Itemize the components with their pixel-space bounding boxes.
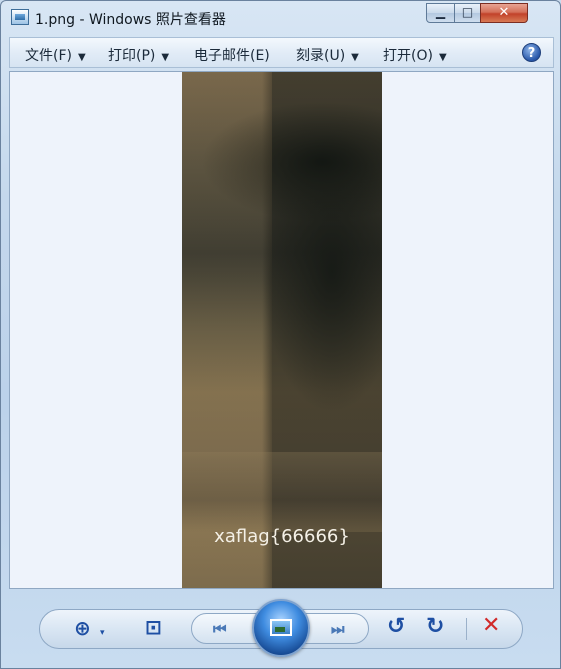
window-controls: ▁ □ ✕ bbox=[426, 3, 554, 24]
slideshow-icon bbox=[270, 619, 292, 636]
rotate-clockwise-icon[interactable]: ↻ bbox=[426, 616, 444, 638]
window-frame: 1.png - Windows 照片查看器 ▁ □ ✕ 文件(F) ▼ 打印(P)… bbox=[0, 0, 561, 669]
toolbar-divider bbox=[466, 618, 467, 640]
menu-print-label: 打印(P) bbox=[108, 48, 156, 64]
previous-icon[interactable]: ⏮ bbox=[213, 619, 227, 639]
photo-overlay-text: xaflag{66666} bbox=[214, 526, 350, 547]
chevron-down-icon: ▼ bbox=[77, 52, 86, 63]
close-icon: ✕ bbox=[498, 5, 510, 20]
rotate-counterclockwise-icon[interactable]: ↺ bbox=[387, 616, 405, 638]
menu-burn[interactable]: 刻录(U) ▼ bbox=[296, 45, 359, 65]
chevron-down-icon: ▼ bbox=[161, 52, 170, 63]
menu-bar: 文件(F) ▼ 打印(P) ▼ 电子邮件(E) 刻录(U) ▼ 打开(O) ▼ ? bbox=[9, 37, 554, 68]
maximize-icon: □ bbox=[461, 5, 474, 19]
menu-burn-label: 刻录(U) bbox=[296, 48, 346, 64]
zoom-dropdown-chevron-icon[interactable]: ▾ bbox=[100, 623, 105, 643]
menu-open-label: 打开(O) bbox=[383, 48, 433, 64]
delete-icon[interactable]: ✕ bbox=[482, 615, 500, 637]
displayed-photo[interactable]: xaflag{66666} bbox=[182, 72, 382, 588]
close-button[interactable]: ✕ bbox=[480, 3, 528, 23]
zoom-icon[interactable]: ⊕ bbox=[74, 618, 91, 638]
menu-email[interactable]: 电子邮件(E) bbox=[194, 45, 270, 65]
menu-print[interactable]: 打印(P) ▼ bbox=[108, 45, 169, 65]
minimize-button[interactable]: ▁ bbox=[426, 3, 455, 23]
photo-viewer-app-icon[interactable] bbox=[11, 9, 29, 25]
title-bar[interactable]: 1.png - Windows 照片查看器 ▁ □ ✕ bbox=[1, 1, 560, 33]
next-icon[interactable]: ⏭ bbox=[331, 619, 345, 639]
help-icon[interactable]: ? bbox=[522, 43, 541, 62]
menu-file[interactable]: 文件(F) ▼ bbox=[25, 45, 86, 65]
minimize-icon: ▁ bbox=[435, 5, 446, 19]
chevron-down-icon: ▼ bbox=[438, 52, 447, 63]
menu-open[interactable]: 打开(O) ▼ bbox=[383, 45, 447, 65]
actual-size-icon[interactable]: ⊡ bbox=[145, 617, 162, 637]
slideshow-button[interactable] bbox=[252, 599, 310, 657]
image-viewport[interactable]: xaflag{66666} bbox=[9, 71, 554, 589]
menu-file-label: 文件(F) bbox=[25, 48, 72, 64]
chevron-down-icon: ▼ bbox=[351, 52, 359, 63]
maximize-button[interactable]: □ bbox=[454, 3, 481, 23]
window-title: 1.png - Windows 照片查看器 bbox=[35, 12, 226, 28]
menu-email-label: 电子邮件(E) bbox=[194, 48, 270, 64]
